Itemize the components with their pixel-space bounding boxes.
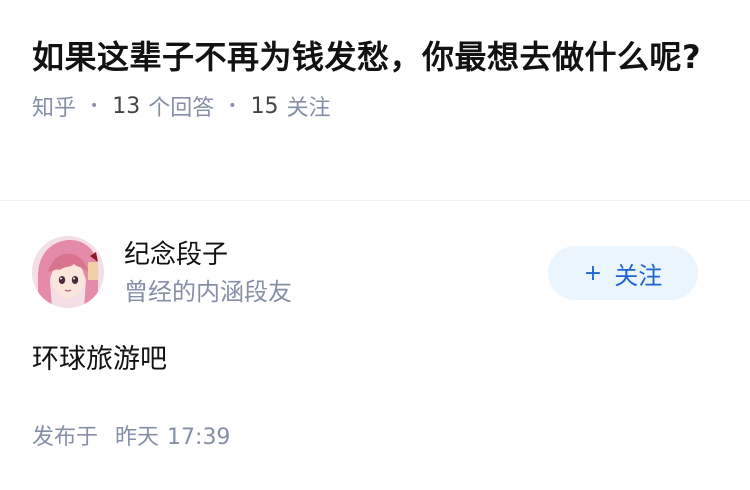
answer-footer: 发布于 昨天 17:39	[32, 422, 230, 454]
author-name[interactable]: 纪念段子	[124, 238, 228, 272]
anime-girl-avatar-icon	[32, 236, 104, 308]
question-header: 如果这辈子不再为钱发愁，你最想去做什么呢? 知乎 • 13 个回答 • 15 关…	[32, 32, 722, 122]
question-title[interactable]: 如果这辈子不再为钱发愁，你最想去做什么呢?	[32, 32, 722, 82]
plus-icon: +	[583, 260, 603, 286]
follower-count: 15	[250, 93, 279, 119]
source-label[interactable]: 知乎	[32, 90, 76, 122]
published-label: 发布于	[32, 425, 99, 450]
author-row: 纪念段子 曾经的内涵段友 + 关注	[32, 236, 718, 308]
author-description: 曾经的内涵段友	[124, 278, 292, 306]
follow-button[interactable]: + 关注	[548, 246, 698, 300]
follow-button-label: 关注	[614, 261, 663, 290]
published-day: 昨天	[115, 425, 160, 450]
avatar[interactable]	[32, 236, 104, 308]
answer-count: 13	[112, 93, 141, 119]
follower-count-label[interactable]: 关注	[287, 90, 331, 122]
answer-count-label[interactable]: 个回答	[148, 90, 214, 122]
divider	[0, 200, 750, 201]
published-time: 17:39	[167, 425, 231, 450]
answer-content[interactable]: 环球旅游吧	[32, 342, 167, 378]
question-meta: 知乎 • 13 个回答 • 15 关注	[32, 90, 722, 122]
meta-separator: •	[228, 98, 237, 114]
meta-separator: •	[90, 98, 99, 114]
